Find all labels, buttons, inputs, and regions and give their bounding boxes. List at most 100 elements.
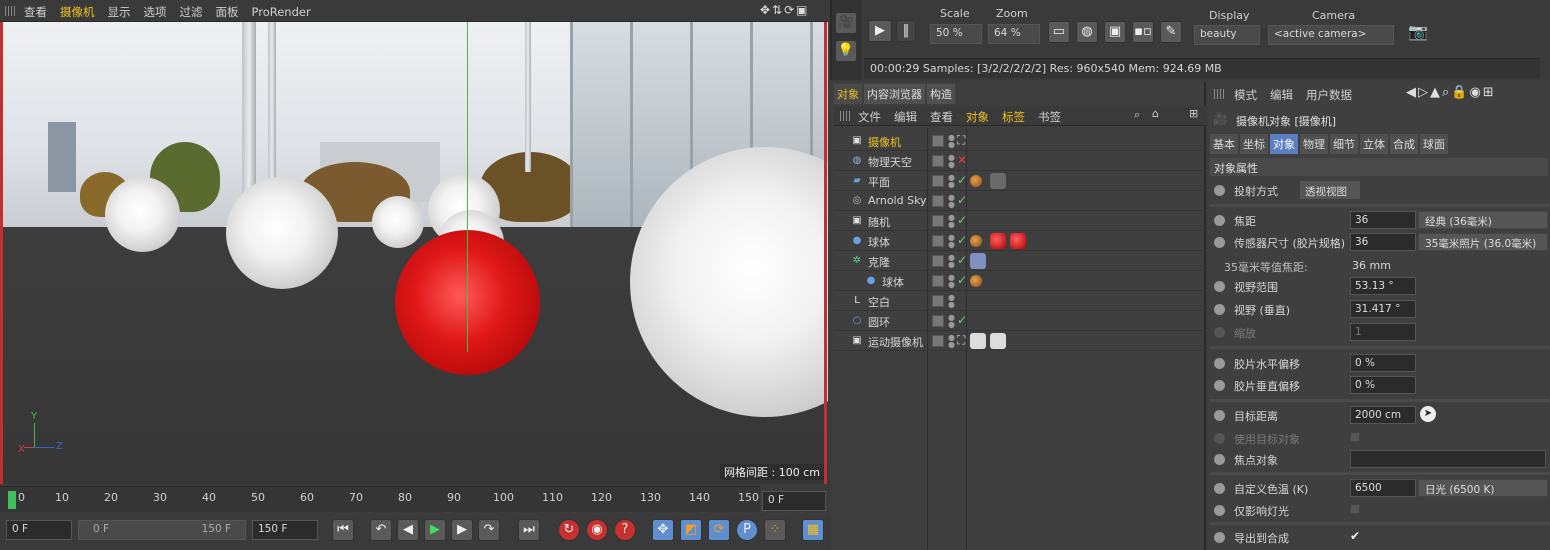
film-icon[interactable]: ▦ [802,519,824,541]
point-level-icon[interactable]: ⁘ [764,519,786,541]
visibility-dots[interactable]: ● ● [948,134,956,149]
menu-camera[interactable]: 摄像机 [60,5,95,19]
tab-content-browser[interactable]: 内容浏览器 [864,84,925,104]
material-tag-icon[interactable] [990,233,1006,249]
tab-stereo[interactable]: 立体 [1360,134,1388,154]
tab-object[interactable]: 对象 [1270,134,1298,154]
white-balance-preset[interactable]: 日光 (6500 K) [1418,479,1548,497]
use-target-checkbox[interactable] [1350,432,1360,442]
menu-user-data[interactable]: 用户数据 [1306,88,1352,102]
menu-view[interactable]: 查看 [930,110,953,124]
grip-icon[interactable] [5,6,17,16]
3d-viewport[interactable]: Y X Z 网格间距 : 100 cm [0,22,828,484]
go-to-start-icon[interactable]: ⏮ [332,519,354,541]
visibility-dots[interactable]: ● ● [948,274,956,289]
prev-key-icon[interactable]: ↶ [370,519,392,541]
tab-physical[interactable]: 物理 [1300,134,1328,154]
enabled-icon[interactable]: ✓ [957,173,967,187]
compare-icon[interactable]: ▪▫ [1132,21,1154,43]
move-key-icon[interactable]: ✥ [652,519,674,541]
play-icon[interactable]: ▶ [424,519,446,541]
sensor-field[interactable]: 36 [1350,233,1416,251]
tab-coord[interactable]: 坐标 [1240,134,1268,154]
anim-dot[interactable] [1214,380,1225,391]
enabled-icon[interactable]: ✓ [957,253,967,267]
layer-swatch[interactable] [932,235,944,247]
object-row[interactable]: ◎ Arnold Sky ● ● ✓ [836,191,1206,211]
viewport-nav-icons[interactable]: ✥⇅⟳▣ [760,3,810,17]
visibility-dots[interactable]: ● ● [948,234,956,249]
focal-field[interactable]: 36 [1350,211,1416,229]
visibility-dots[interactable]: ● ● [948,174,956,189]
object-row[interactable]: ✲ 克隆 ● ● ✓ [836,251,1206,271]
next-frame-icon[interactable]: ▶ [451,519,473,541]
tab-compositing[interactable]: 合成 [1390,134,1418,154]
object-row[interactable]: ▣ 随机 ● ● ✓ [836,211,1206,231]
visibility-dots[interactable]: ● ● [948,154,956,169]
object-row[interactable]: ◍ 物理天空 ● ● ✕ [836,151,1206,171]
menu-display[interactable]: 显示 [108,5,131,19]
layer-swatch[interactable] [932,135,944,147]
render-view-icon[interactable]: 🎥 [835,12,857,34]
tab-objects[interactable]: 对象 [834,84,862,104]
anim-dot[interactable] [1214,304,1225,315]
layer-swatch[interactable] [932,275,944,287]
menu-bookmarks[interactable]: 书签 [1038,110,1061,124]
object-row[interactable]: ○ 圆环 ● ● ✓ [836,311,1206,331]
material-tag-icon[interactable] [970,175,982,187]
anim-dot[interactable] [1214,358,1225,369]
menu-options[interactable]: 选项 [144,5,167,19]
expand-icon[interactable]: ⊞ [1189,107,1198,120]
rotate-key-icon[interactable]: ⟳ [708,519,730,541]
fov-vertical-field[interactable]: 31.417 ° [1350,300,1416,318]
visibility-dots[interactable]: ● ● [948,334,956,349]
focal-preset[interactable]: 经典 (36毫米) [1418,211,1548,229]
visibility-dots[interactable]: ● ● [948,214,956,229]
menu-view[interactable]: 查看 [24,5,47,19]
menu-mode[interactable]: 模式 [1234,88,1257,102]
keyframe-help-icon[interactable]: ? [614,519,636,541]
sensor-preset[interactable]: 35毫米照片 (36.0毫米) [1418,233,1548,251]
light-bulb-icon[interactable]: 💡 [835,40,857,62]
export-checkbox[interactable]: ✔ [1350,529,1360,543]
layer-swatch[interactable] [932,255,944,267]
visibility-dots[interactable]: ● ● [948,314,956,329]
material-tag-icon[interactable] [1010,233,1026,249]
menu-panel[interactable]: 面板 [216,5,239,19]
disabled-icon[interactable]: ✕ [957,153,967,167]
camera-view-icon[interactable]: ⛶ [957,133,965,148]
next-key-icon[interactable]: ↷ [478,519,500,541]
enabled-icon[interactable]: ✓ [957,313,967,327]
camera-select[interactable]: <active camera> [1268,25,1394,45]
anim-dot[interactable] [1214,483,1225,494]
material-tag-icon[interactable] [970,333,986,349]
visibility-dots[interactable]: ● ● [948,294,956,309]
object-row[interactable]: ▰ 平面 ● ● ✓ [836,171,1206,191]
pick-cursor-icon[interactable]: ➤ [1420,406,1436,422]
render-pause-icon[interactable]: ‖ [896,20,916,42]
layer-swatch[interactable] [932,215,944,227]
layer-swatch[interactable] [932,175,944,187]
material-tag-icon[interactable] [990,173,1006,189]
render-play-icon[interactable]: ▶ [868,20,892,42]
current-frame-field[interactable]: 0 F [762,491,826,511]
menu-edit[interactable]: 编辑 [894,110,917,124]
layer-swatch[interactable] [932,335,944,347]
zoom-select[interactable]: 64 % [988,24,1040,44]
layer-swatch[interactable] [932,155,944,167]
search-icon[interactable]: ⌕ [1134,108,1140,122]
camera-view-icon[interactable]: ⛶ [957,333,965,348]
projection-select[interactable]: 透视视图 [1300,181,1360,199]
v-shift-field[interactable]: 0 % [1350,376,1416,394]
anim-dot[interactable] [1214,237,1225,248]
anim-dot[interactable] [1214,532,1225,543]
brush-icon[interactable]: ✎ [1160,21,1182,43]
scale-key-icon[interactable]: ◩ [680,519,702,541]
display-mode-icon[interactable]: ▭ [1048,21,1070,43]
anim-dot[interactable] [1214,454,1225,465]
white-balance-field[interactable]: 6500 [1350,479,1416,497]
autokey-icon[interactable]: ◉ [586,519,608,541]
layer-swatch[interactable] [932,315,944,327]
home-icon[interactable]: ⌂ [1152,107,1159,120]
enabled-icon[interactable]: ✓ [957,233,967,247]
